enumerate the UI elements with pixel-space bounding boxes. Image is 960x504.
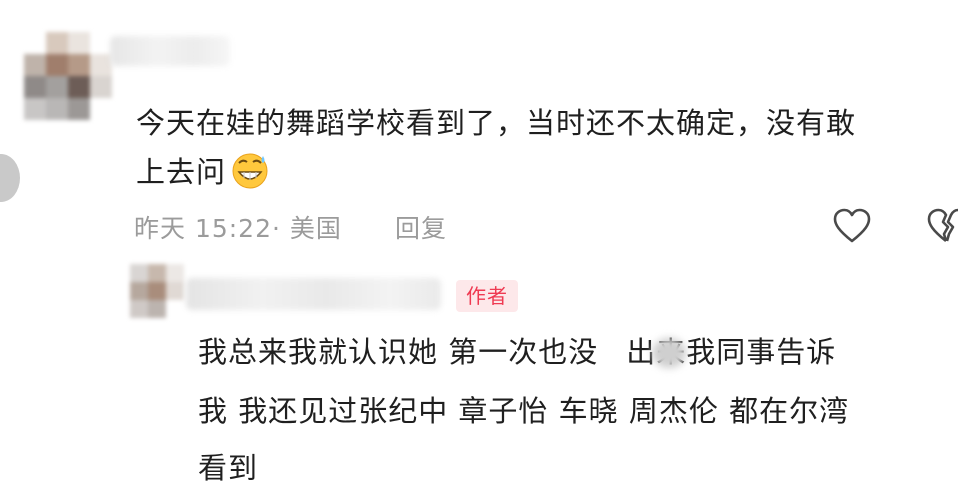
reply-avatar[interactable] bbox=[130, 264, 184, 318]
broken-heart-icon[interactable] bbox=[926, 208, 960, 244]
scroll-indicator bbox=[0, 154, 20, 202]
avatar[interactable] bbox=[24, 32, 112, 128]
blur-smudge bbox=[652, 338, 686, 368]
comment-text-line2: 上去问 bbox=[136, 150, 270, 194]
author-badge: 作者 bbox=[456, 280, 518, 312]
comment-text: 上去问 bbox=[136, 155, 227, 189]
reply-text-line2: 我 我还见过张纪中 章子怡 车晓 周杰伦 都在尔湾 bbox=[198, 394, 850, 428]
reply-text-segment: 我总来我就认识她 第一次也没 bbox=[198, 335, 599, 369]
comment-timestamp-location: 昨天 15:22· 美国 bbox=[134, 214, 342, 243]
username[interactable] bbox=[110, 36, 230, 66]
grinning-face-with-sweat-icon bbox=[232, 153, 268, 189]
reply-text-line1: 我总来我就认识她 第一次也没 出来我同事告诉 bbox=[198, 330, 836, 374]
heart-icon[interactable] bbox=[832, 208, 872, 244]
reply-text-line3: 看到 bbox=[198, 451, 259, 485]
reply-button[interactable]: 回复 bbox=[395, 209, 447, 245]
reply-username[interactable] bbox=[186, 278, 441, 310]
comment-thread: 今天在娃的舞蹈学校看到了，当时还不太确定，没有敢 上去问 昨天 15:22· 美… bbox=[0, 0, 960, 504]
comment-text-line1: 今天在娃的舞蹈学校看到了，当时还不太确定，没有敢 bbox=[136, 106, 857, 140]
